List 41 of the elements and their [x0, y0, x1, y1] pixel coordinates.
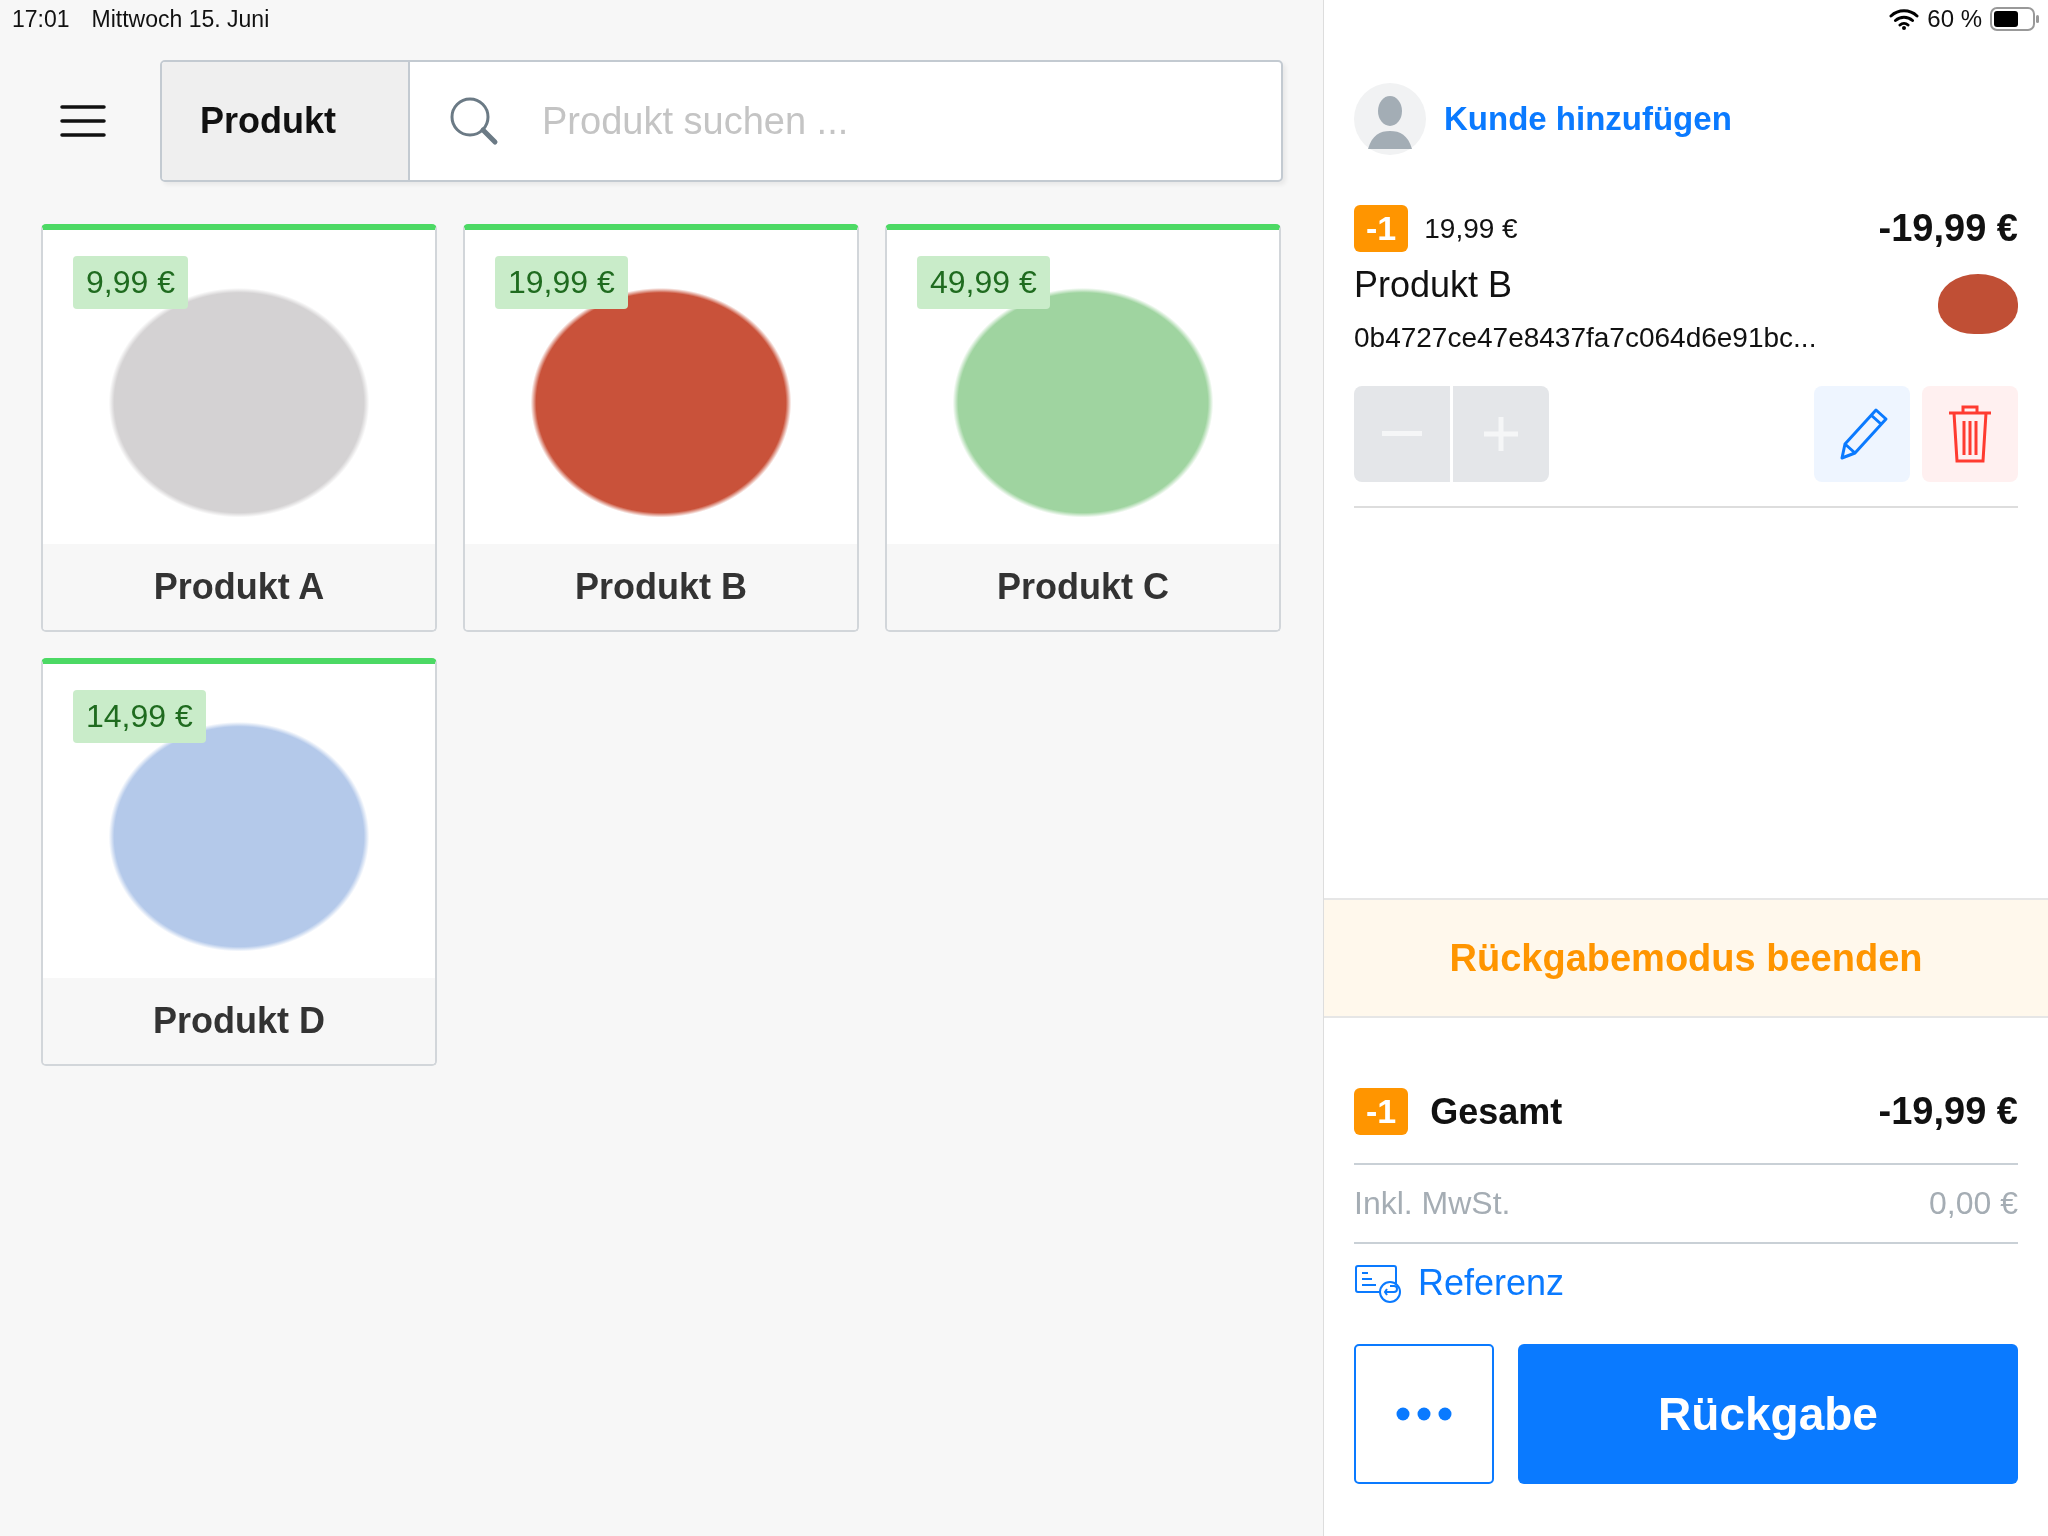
status-time: 17:01 — [12, 5, 70, 33]
avatar-icon — [1354, 83, 1426, 155]
product-name: Produkt A — [43, 544, 435, 630]
item-code: 0b4727ce47e8437fa7c064d6e91bc... — [1354, 322, 1818, 354]
product-card[interactable]: 14,99 € Produkt D — [41, 658, 437, 1066]
price-tag: 19,99 € — [495, 256, 628, 309]
reference-link[interactable]: Referenz — [1418, 1262, 1565, 1304]
search-field[interactable]: Produkt suchen ... — [540, 98, 1281, 144]
quantity-badge: -1 — [1354, 205, 1409, 252]
tax-amount: 0,00 € — [1929, 1185, 2018, 1222]
status-date: Mittwoch 15. Juni — [91, 5, 270, 33]
product-card[interactable]: 19,99 € Produkt B — [463, 224, 859, 632]
price-tag: 49,99 € — [917, 256, 1050, 309]
more-icon — [1396, 1407, 1452, 1421]
product-card[interactable]: 49,99 € Produkt C — [885, 224, 1281, 632]
item-name: Produkt B — [1354, 264, 1514, 306]
product-name: Produkt D — [43, 978, 435, 1064]
total-amount: -19,99 € — [1878, 1090, 2018, 1133]
product-name: Produkt B — [465, 544, 857, 630]
tax-label: Inkl. MwSt. — [1354, 1185, 1511, 1222]
add-customer-link[interactable]: Kunde hinzufügen — [1444, 100, 1732, 138]
search-bar[interactable]: Produkt Produkt suchen ... — [160, 60, 1283, 182]
trash-icon — [1946, 403, 1994, 465]
more-button[interactable] — [1354, 1344, 1494, 1484]
unit-price: 19,99 € — [1424, 212, 1518, 245]
total-label: Gesamt — [1430, 1090, 1563, 1133]
edit-button[interactable] — [1814, 386, 1910, 482]
product-name: Produkt C — [887, 544, 1279, 630]
delete-button[interactable] — [1922, 386, 2018, 482]
search-icon — [448, 95, 500, 147]
reference-icon — [1354, 1263, 1404, 1303]
price-tag: 14,99 € — [73, 690, 206, 743]
quantity-badge: -1 — [1354, 1088, 1409, 1135]
wifi-icon — [1889, 8, 1920, 30]
product-card[interactable]: 9,99 € Produkt A — [41, 224, 437, 632]
line-total: -19,99 € — [1878, 207, 2018, 250]
battery-icon — [1990, 7, 2040, 31]
price-tag: 9,99 € — [73, 256, 188, 309]
category-selector[interactable]: Produkt — [162, 62, 410, 180]
battery-percent: 60 % — [1927, 5, 1982, 33]
return-button[interactable]: Rückgabe — [1518, 1344, 2018, 1484]
